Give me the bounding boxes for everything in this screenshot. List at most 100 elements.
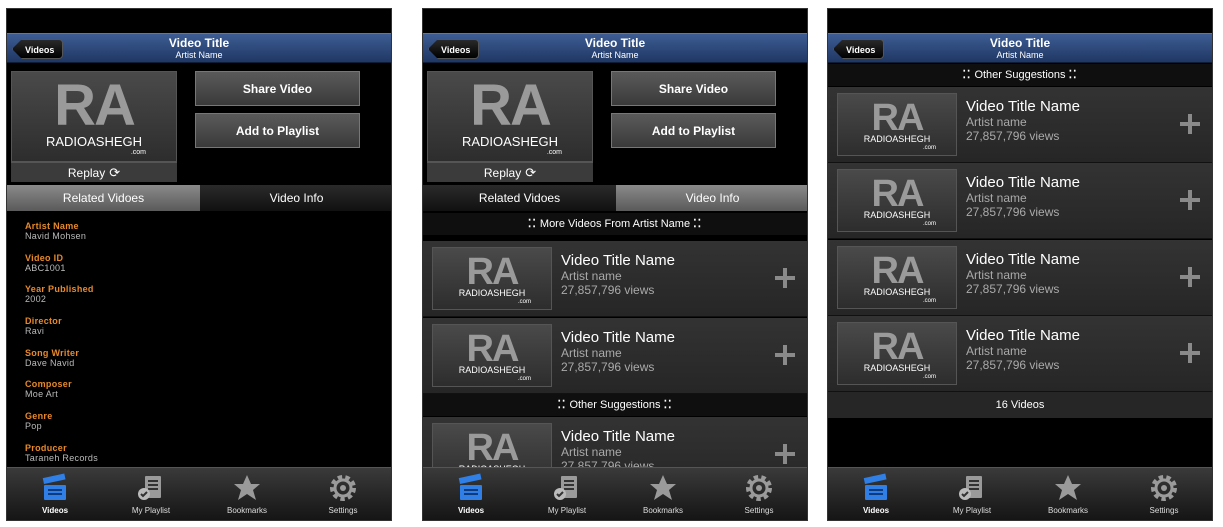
logo-text: RA	[871, 97, 925, 139]
player-thumbnail[interactable]: RA RADIOASHEGH .com	[427, 71, 593, 162]
tab-label: My Playlist	[952, 506, 992, 515]
gear-icon	[1149, 473, 1179, 503]
tab-videos[interactable]: Videos	[828, 468, 924, 520]
plus-icon[interactable]	[1180, 267, 1200, 287]
info-item: Year Published 2002	[25, 284, 98, 316]
logo-domain: .com	[922, 221, 936, 227]
star-icon	[232, 473, 262, 503]
info-value: 2002	[25, 294, 47, 305]
plus-icon[interactable]	[1180, 114, 1200, 134]
logo-subtext: RADIOASHEGH	[458, 365, 526, 375]
info-item: Genre Pop	[25, 411, 98, 443]
nav-subtitle: Artist Name	[591, 50, 639, 60]
tab-settings[interactable]: Settings	[1116, 468, 1212, 520]
info-item: Song Writer Dave Navid	[25, 348, 98, 380]
video-title: Video Title Name	[561, 329, 675, 346]
info-item: Composer Moe Art	[25, 379, 98, 411]
replay-button[interactable]: Replay ⟳	[427, 162, 593, 182]
tab-related-videos[interactable]: Related Vidoes	[7, 185, 200, 211]
list-item[interactable]: RA RADIOASHEGH .com Video Title Name Art…	[423, 318, 807, 394]
tab-label: My Playlist	[547, 506, 587, 515]
tab-my-playlist[interactable]: My Playlist	[924, 468, 1020, 520]
player-thumbnail[interactable]: RA RADIOASHEGH .com	[11, 71, 177, 162]
info-value: Taraneh Records	[25, 452, 99, 463]
tab-bookmarks[interactable]: Bookmarks	[615, 468, 711, 520]
info-value: Moe Art	[25, 389, 59, 400]
plus-icon[interactable]	[775, 444, 795, 464]
tab-videos[interactable]: Videos	[423, 468, 519, 520]
video-title: Video Title Name	[561, 428, 675, 445]
info-label: Director	[25, 316, 62, 327]
screen-related-videos: Videos Video Title Artist Name RA RADIOA…	[422, 8, 808, 521]
info-label: Producer	[25, 442, 67, 453]
list-item[interactable]: RA RADIOASHEGH .com Video Title Name Art…	[828, 163, 1212, 239]
video-views: 27,857,796 views	[966, 205, 1060, 219]
info-value: ABC1001	[25, 262, 66, 273]
list-item[interactable]: RA RADIOASHEGH .com Video Title Name Art…	[828, 240, 1212, 316]
video-views: 27,857,796 views	[966, 129, 1060, 143]
info-label: Video ID	[25, 252, 64, 263]
tab-related-videos[interactable]: Related Vidoes	[423, 185, 616, 211]
logo-text: RA	[54, 73, 136, 138]
info-value: Pop	[25, 421, 42, 432]
tab-bookmarks[interactable]: Bookmarks	[1020, 468, 1116, 520]
gear-icon	[328, 473, 358, 503]
video-title: Video Title Name	[966, 251, 1080, 268]
tab-bookmarks[interactable]: Bookmarks	[199, 468, 295, 520]
video-title: Video Title Name	[966, 174, 1080, 191]
logo-text: RA	[466, 251, 520, 293]
grip-icon: ⁚⁚	[663, 399, 673, 411]
tab-settings[interactable]: Settings	[711, 468, 807, 520]
tab-label: Settings	[1149, 506, 1179, 515]
refresh-icon: ⟳	[525, 165, 537, 180]
tab-settings[interactable]: Settings	[295, 468, 391, 520]
nav-subtitle: Artist Name	[175, 50, 223, 60]
gear-icon	[744, 473, 774, 503]
replay-button[interactable]: Replay ⟳	[11, 162, 177, 182]
plus-icon[interactable]	[1180, 190, 1200, 210]
tab-videos[interactable]: Videos	[7, 468, 103, 520]
share-video-button[interactable]: Share Video	[611, 71, 776, 106]
grip-icon: ⁚⁚	[527, 218, 537, 230]
video-views: 27,857,796 views	[561, 360, 655, 374]
logo-subtext: RADIOASHEGH	[863, 134, 931, 144]
info-label: Song Writer	[25, 347, 80, 358]
tab-my-playlist[interactable]: My Playlist	[519, 468, 615, 520]
tab-label: Bookmarks	[1047, 506, 1088, 515]
list-item[interactable]: RA RADIOASHEGH .com Video Title Name Art…	[828, 87, 1212, 163]
playlist-icon	[136, 473, 166, 503]
grip-icon: ⁚⁚	[693, 218, 703, 230]
logo-domain: .com	[517, 299, 531, 305]
add-to-playlist-button[interactable]: Add to Playlist	[195, 113, 360, 148]
replay-label: Replay	[67, 166, 106, 180]
tab-video-info[interactable]: Video Info	[200, 185, 391, 211]
screen-other-suggestions: Videos Video Title Artist Name ⁚⁚ Other S…	[827, 8, 1213, 521]
add-to-playlist-button[interactable]: Add to Playlist	[611, 113, 776, 148]
tab-label: Videos	[862, 506, 890, 515]
tab-my-playlist[interactable]: My Playlist	[103, 468, 199, 520]
list-item[interactable]: RA RADIOASHEGH .com Video Title Name Art…	[828, 316, 1212, 392]
video-views: 27,857,796 views	[966, 282, 1060, 296]
grip-icon: ⁚⁚	[557, 399, 567, 411]
plus-icon[interactable]	[775, 345, 795, 365]
nav-title: Video Title	[584, 36, 646, 50]
nav-title: Video Title	[168, 36, 230, 50]
segmented-tabs: Related Vidoes Video Info	[7, 185, 391, 211]
logo-subtext: RADIOASHEGH	[45, 134, 143, 149]
refresh-icon: ⟳	[109, 165, 121, 180]
list-item[interactable]: RA RADIOASHEGH .com Video Title Name Art…	[423, 241, 807, 317]
plus-icon[interactable]	[775, 268, 795, 288]
tab-video-info[interactable]: Video Info	[616, 185, 807, 211]
video-count[interactable]: 16 Videos	[828, 392, 1212, 418]
clapperboard-icon	[861, 473, 891, 503]
video-player[interactable]: RA RADIOASHEGH .com Replay ⟳	[11, 71, 177, 182]
video-player[interactable]: RA RADIOASHEGH .com Replay ⟳	[427, 71, 593, 182]
share-video-button[interactable]: Share Video	[195, 71, 360, 106]
playlist-icon	[552, 473, 582, 503]
grip-icon: ⁚⁚	[962, 69, 972, 81]
video-title: Video Title Name	[561, 252, 675, 269]
logo-text: RA	[470, 73, 552, 138]
bottom-tab-bar: Videos My Playlist Bookmarks Settings	[7, 467, 391, 520]
info-value: Navid Mohsen	[25, 231, 87, 241]
plus-icon[interactable]	[1180, 343, 1200, 363]
